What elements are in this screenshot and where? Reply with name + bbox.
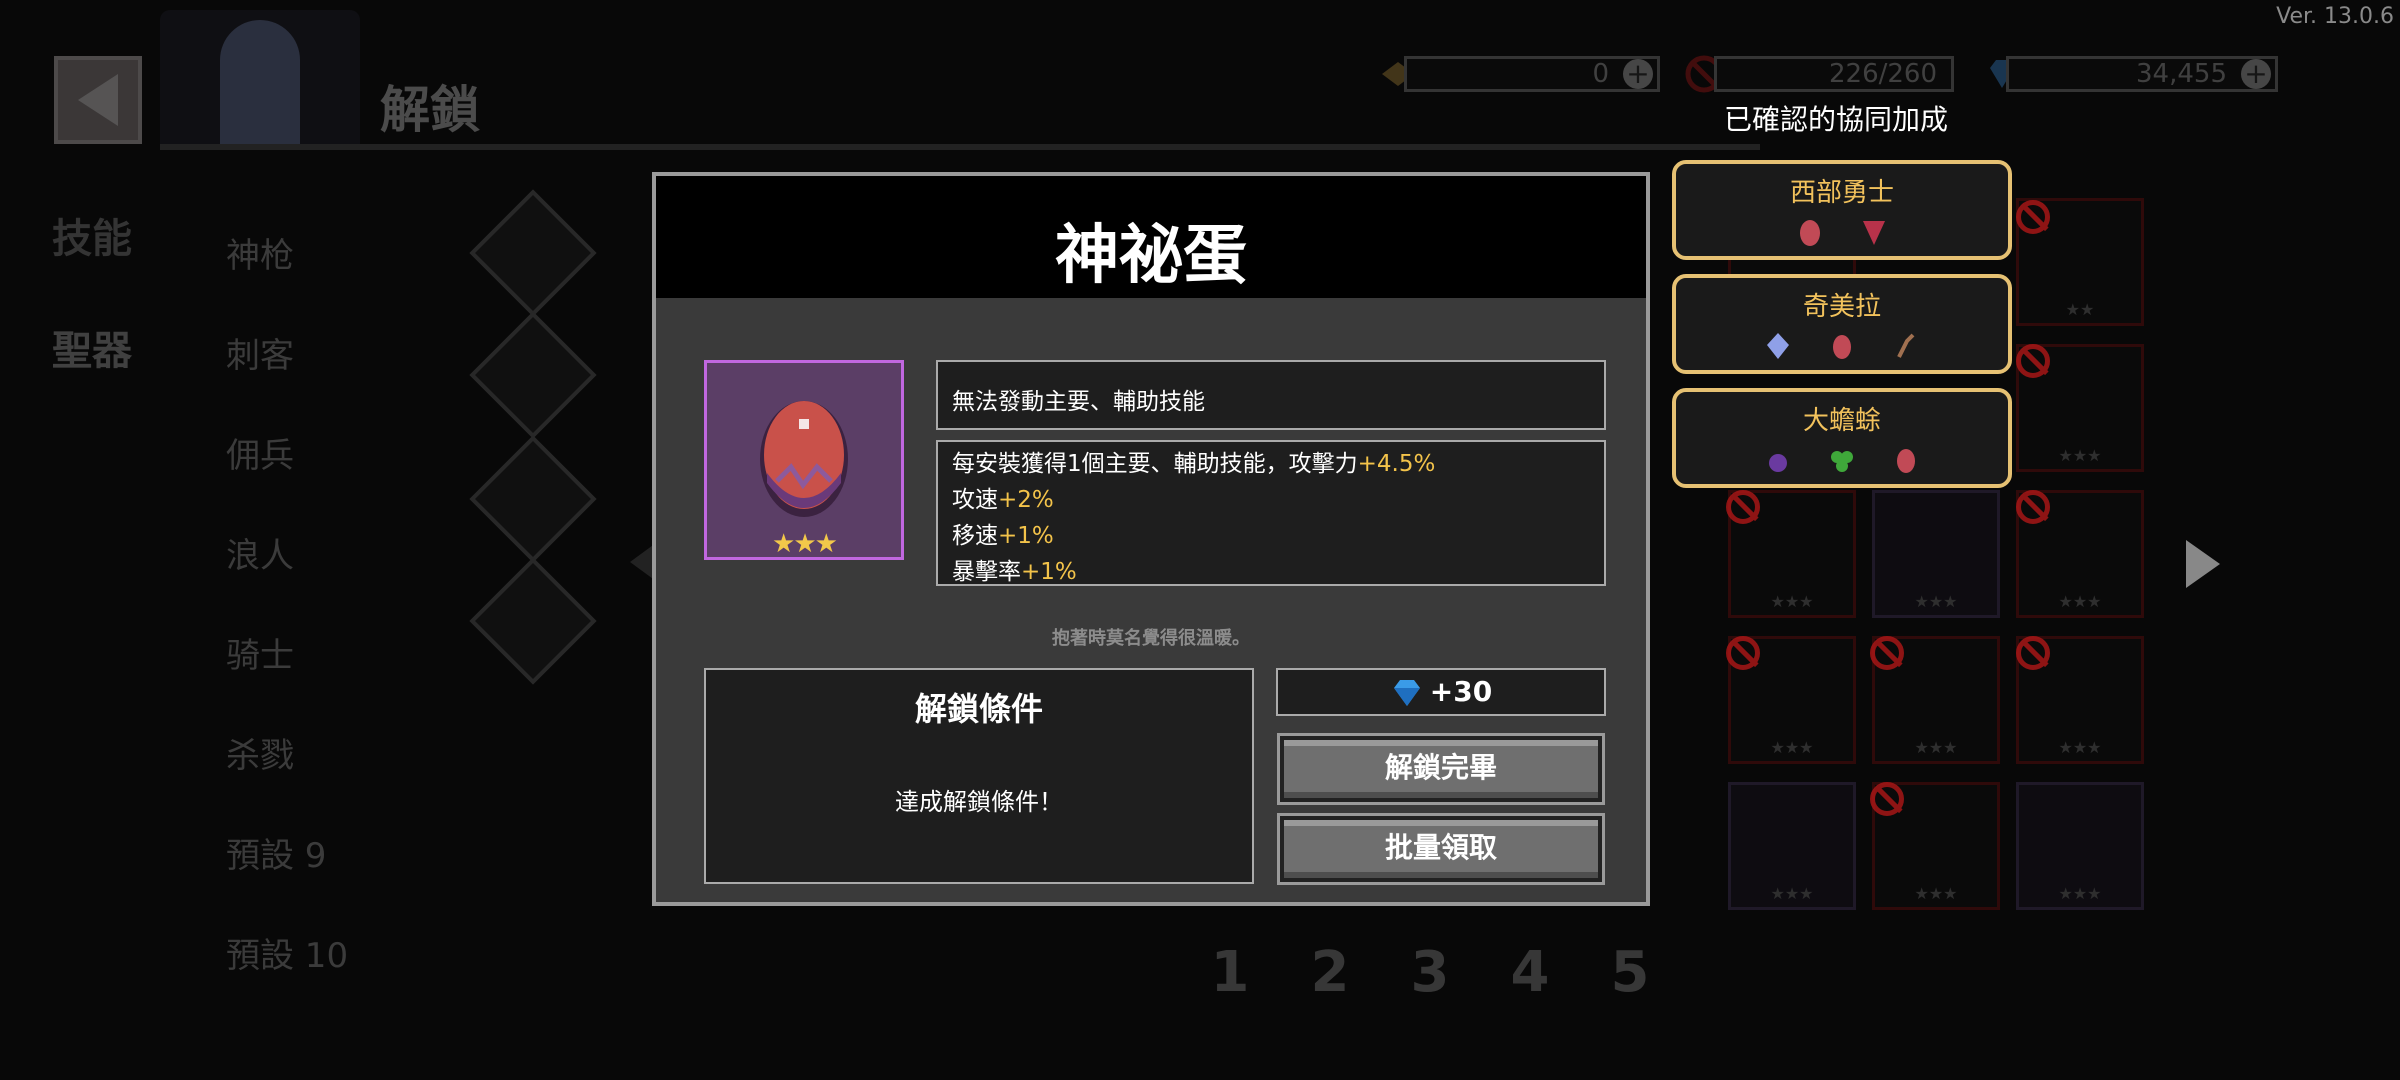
page-1[interactable]: 1 xyxy=(1208,940,1252,1005)
stat-value: +2% xyxy=(998,487,1054,513)
clover-icon xyxy=(1831,451,1853,472)
stat-row: 攻速+2% xyxy=(952,482,1590,518)
stat-row: 移速+1% xyxy=(952,518,1590,554)
synergy-panel[interactable]: 奇美拉 xyxy=(1672,274,2012,374)
ban-icon xyxy=(1870,636,1904,670)
ban-icon xyxy=(2016,200,2050,234)
gem-count: 34,455 xyxy=(2136,59,2227,89)
ticket-count: 0 xyxy=(1592,59,1609,89)
reward-amount: +30 xyxy=(1429,675,1493,708)
flavor-text: 抱著時莫名覺得很溫暖。 xyxy=(1052,628,1250,649)
potion-icon xyxy=(1769,454,1787,472)
mystery-egg-icon xyxy=(760,401,848,517)
page-2[interactable]: 2 xyxy=(1308,940,1352,1005)
preset-item[interactable]: 骑士 xyxy=(226,628,348,728)
stat-value: +1% xyxy=(1021,559,1077,585)
page-3[interactable]: 3 xyxy=(1408,940,1452,1005)
modal-title: 神祕蛋 xyxy=(1055,219,1247,293)
synergy-title: 已確認的協同加成 xyxy=(1724,103,1949,136)
item-description: 無法發動主要、輔助技能 xyxy=(936,360,1606,430)
synergy-panel[interactable]: 大蟾蜍 xyxy=(1672,388,2012,488)
preset-item[interactable]: 神枪 xyxy=(226,228,348,328)
item-stats: 每安裝獲得1個主要、輔助技能，攻擊力+4.5% 攻速+2% 移速+1% 暴擊率+… xyxy=(936,440,1606,586)
ban-icon xyxy=(1726,636,1760,670)
modal-header: 神祕蛋 xyxy=(656,176,1646,298)
page-4[interactable]: 4 xyxy=(1508,940,1552,1005)
back-button[interactable] xyxy=(54,56,142,144)
scroll-icon[interactable] xyxy=(469,311,597,439)
tab-skill[interactable]: 技能 xyxy=(52,206,132,264)
add-ticket-button[interactable]: + xyxy=(1623,59,1653,89)
relic-cell[interactable]: ★★★ xyxy=(1728,782,1856,910)
slots-counter: 226/260 xyxy=(1714,56,1954,92)
stat-label: 每安裝獲得1個主要、輔助技能，攻擊力 xyxy=(952,451,1358,477)
gem-icon xyxy=(1393,680,1420,706)
egg-icon xyxy=(1800,220,1820,246)
character-portrait xyxy=(160,10,360,148)
stat-row: 每安裝獲得1個主要、輔助技能，攻擊力+4.5% xyxy=(952,446,1590,482)
bandana-icon xyxy=(1863,221,1885,245)
refresh-icon[interactable] xyxy=(469,557,597,685)
relic-cell[interactable]: ★★★ xyxy=(1872,490,2000,618)
preset-item[interactable]: 佣兵 xyxy=(226,428,348,528)
add-gem-button[interactable]: + xyxy=(2241,59,2271,89)
reward-box: +30 xyxy=(1276,668,1606,716)
preset-item[interactable]: 浪人 xyxy=(226,528,348,628)
filter-icon[interactable] xyxy=(469,189,597,317)
unlock-condition-box: 解鎖條件 達成解鎖條件！ xyxy=(704,668,1254,884)
egg-icon xyxy=(1897,449,1915,473)
stat-value: +1% xyxy=(998,523,1054,549)
preset-item[interactable]: 預設 9 xyxy=(226,828,348,928)
page-5[interactable]: 5 xyxy=(1608,940,1652,1005)
ban-icon xyxy=(2016,636,2050,670)
condition-text: 達成解鎖條件！ xyxy=(895,788,1063,816)
ban-toggle-icon[interactable] xyxy=(469,435,597,563)
item-stars: ★★★ xyxy=(772,529,838,559)
stat-row: 暴擊率+1% xyxy=(952,554,1590,590)
crystal-icon xyxy=(1767,333,1789,359)
page-title: 解鎖 xyxy=(380,81,480,139)
ban-icon xyxy=(2016,344,2050,378)
condition-title: 解鎖條件 xyxy=(914,690,1043,728)
synergy-icons xyxy=(1676,217,2008,247)
stat-label: 移速 xyxy=(952,523,998,549)
ban-icon xyxy=(1870,782,1904,816)
claw-icon xyxy=(1897,333,1915,358)
item-detail-modal: 神祕蛋 ★★★ 無法發動主要、輔助技能 每安裝獲得1個主要、輔助技能，攻擊力+4… xyxy=(652,172,1650,906)
ban-icon xyxy=(2016,490,2050,524)
stat-label: 攻速 xyxy=(952,487,998,513)
preset-item[interactable]: 杀戮 xyxy=(226,728,348,828)
synergy-panel[interactable]: 西部勇士 xyxy=(1672,160,2012,260)
preset-item[interactable]: 預設 10 xyxy=(226,928,348,1028)
synergy-icons xyxy=(1676,331,2008,361)
synergy-name: 奇美拉 xyxy=(1802,292,1881,322)
pagination: 1 2 3 4 5 xyxy=(1208,940,1652,1005)
relic-cell[interactable]: ★★★ xyxy=(2016,782,2144,910)
game-screen: Ver. 13.0.6 解鎖 0 + 226/260 34,455 + 技能 聖… xyxy=(0,0,2400,1080)
ban-icon xyxy=(1726,490,1760,524)
next-page-icon[interactable] xyxy=(2186,540,2220,588)
synergy-icons xyxy=(1676,445,2008,475)
preset-item[interactable]: 刺客 xyxy=(226,328,348,428)
ticket-counter: 0 + xyxy=(1404,56,1660,92)
back-arrow-icon xyxy=(78,74,118,126)
preset-list: 神枪 刺客 佣兵 浪人 骑士 杀戮 預設 9 預設 10 xyxy=(226,228,348,1028)
header-divider xyxy=(160,144,1760,150)
item-icon-frame: ★★★ xyxy=(704,360,904,560)
synergy-name: 西部勇士 xyxy=(1789,178,1894,208)
synergy-name: 大蟾蜍 xyxy=(1802,406,1881,436)
tab-relic[interactable]: 聖器 xyxy=(52,318,132,376)
gem-counter: 34,455 + xyxy=(2006,56,2278,92)
stat-value: +4.5% xyxy=(1357,451,1436,477)
batch-claim-button[interactable]: 批量領取 xyxy=(1277,813,1605,885)
version-label: Ver. 13.0.6 xyxy=(2276,4,2394,29)
unlock-done-button[interactable]: 解鎖完畢 xyxy=(1277,733,1605,805)
stat-label: 暴擊率 xyxy=(952,559,1021,585)
egg-icon xyxy=(1833,335,1851,359)
